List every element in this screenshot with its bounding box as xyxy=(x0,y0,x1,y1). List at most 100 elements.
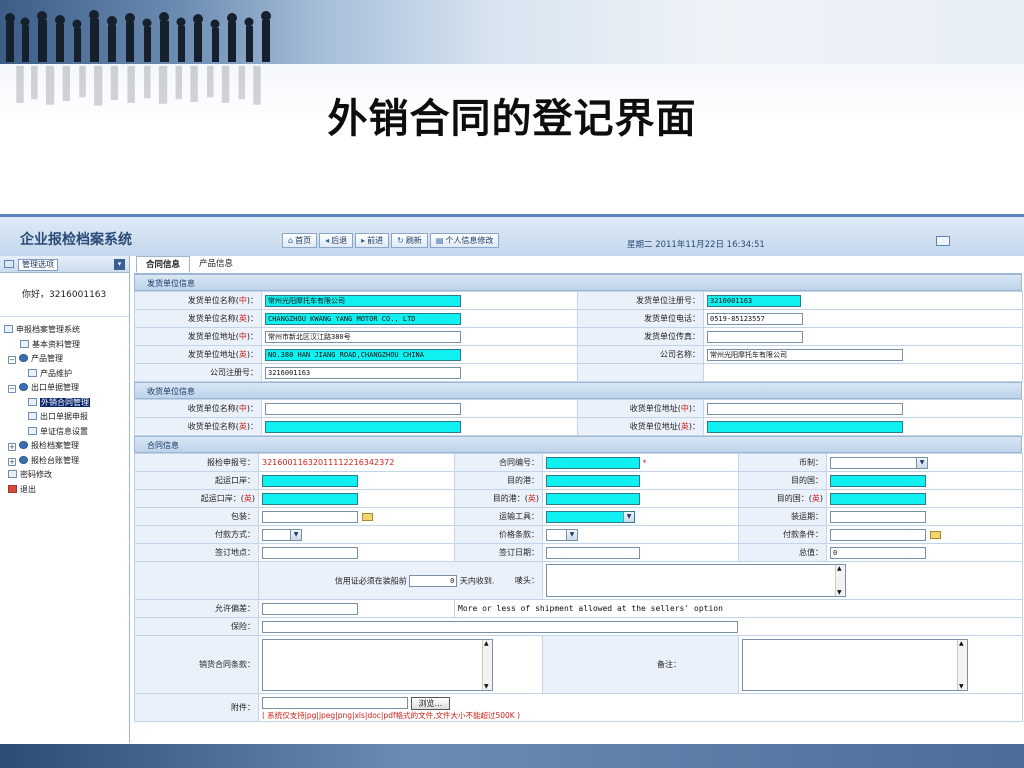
packing-input[interactable] xyxy=(262,510,358,523)
pay-method-select[interactable]: ▼ xyxy=(262,528,302,541)
start-port-label: 起运口岸： xyxy=(134,471,259,490)
receiver-name-en-input[interactable] xyxy=(265,420,461,433)
tab-contract-info[interactable]: 合同信息 xyxy=(136,256,191,273)
start-port-en-input[interactable] xyxy=(262,492,358,505)
sender-fax-input[interactable] xyxy=(707,330,803,343)
dest-country-en-input[interactable] xyxy=(830,492,926,505)
sign-date-label: 签订日期： xyxy=(454,543,543,562)
ship-date-input[interactable] xyxy=(830,510,926,523)
tree-item-inspection-archive[interactable]: + 报检档案管理 xyxy=(0,439,129,454)
tree-item-basic-data[interactable]: 基本资料管理 xyxy=(0,338,129,353)
browse-button[interactable]: 浏览... xyxy=(410,696,451,710)
sender-name-cn-label: 发货单位名称(中)： xyxy=(134,291,262,310)
sales-terms-textarea[interactable] xyxy=(262,638,493,691)
tree-item-export-docs[interactable]: − 出口单据管理 xyxy=(0,381,129,396)
tolerance-input[interactable] xyxy=(262,602,358,615)
dest-port-en-input[interactable] xyxy=(546,492,640,505)
sidebar-options-tab[interactable]: 管理选项 xyxy=(18,259,58,271)
collapse-toggle-icon[interactable]: − xyxy=(8,356,16,364)
folder-icon[interactable] xyxy=(930,530,941,539)
contract-table: 报检申报号： 32160011632011112216342372 合同编号： … xyxy=(134,453,1023,722)
sender-name-en-input[interactable]: CHANGZHOU KWANG YANG MOTOR CO., LTD xyxy=(265,312,461,325)
insurance-input[interactable] xyxy=(262,620,738,633)
sender-table: 发货单位名称(中)： 常州光阳摩托车有限公司 发货单位注册号： 32160011… xyxy=(134,291,1023,382)
report-no-value: 32160011632011112216342372 xyxy=(258,453,455,472)
chevron-down-icon: ▼ xyxy=(623,511,634,522)
collapse-sidebar-icon[interactable]: ▾ xyxy=(114,259,125,270)
home-button[interactable]: ⌂ 首页 xyxy=(282,233,318,248)
dest-country-en-label: 目的国：(英) xyxy=(738,489,827,508)
remark-textarea[interactable] xyxy=(742,638,968,691)
ship-date-label: 装运期： xyxy=(738,507,827,526)
shipping-mark-label: 唛头： xyxy=(515,576,539,585)
transport-select[interactable]: ▼ xyxy=(546,510,635,523)
slide-banner xyxy=(0,0,1024,64)
page-icon xyxy=(28,412,37,420)
sender-reg-no-input[interactable]: 3216001163 xyxy=(707,294,801,307)
packing-label: 包装： xyxy=(134,507,259,526)
attachment-path-input[interactable] xyxy=(262,697,408,709)
folder-circle-icon xyxy=(19,441,28,449)
top-nav: ⌂ 首页 ◂ 后退 ▸ 前进 ↻ 刷新 ▤ 个人信息修改 xyxy=(282,233,500,248)
start-port-input[interactable] xyxy=(262,474,358,487)
dest-port-label: 目的港： xyxy=(454,471,543,490)
forward-button[interactable]: ▸ 前进 xyxy=(355,233,390,248)
sender-addr-en-input[interactable]: NO.380 HAN JIANG ROAD,CHANGZHOU CHINA xyxy=(265,348,461,361)
tree-item-change-password[interactable]: 密码修改 xyxy=(0,468,129,483)
tree-item-export-contract[interactable]: 外销合同管理 xyxy=(0,396,129,411)
sender-addr-cn-input[interactable]: 常州市新北区汉江路380号 xyxy=(265,330,461,343)
sender-name-cn-input[interactable]: 常州光阳摩托车有限公司 xyxy=(265,294,461,307)
pay-terms-input[interactable] xyxy=(830,528,926,541)
business-crowd-silhouette xyxy=(5,10,271,62)
dest-country-input[interactable] xyxy=(830,474,926,487)
shipping-mark-textarea[interactable] xyxy=(546,564,846,597)
profile-edit-button[interactable]: ▤ 个人信息修改 xyxy=(429,233,500,248)
price-terms-select[interactable]: ▼ xyxy=(546,528,578,541)
tree-item-product-mgmt[interactable]: − 产品管理 xyxy=(0,352,129,367)
transport-label: 运输工具： xyxy=(454,507,543,526)
expand-toggle-icon[interactable]: + xyxy=(8,457,16,466)
sender-addr-en-label: 发货单位地址(英)： xyxy=(134,345,262,364)
main-panel: 合同信息 产品信息 发货单位信息 发货单位名称(中)： 常州光阳摩托车有限公司 … xyxy=(134,256,1023,743)
back-button[interactable]: ◂ 后退 xyxy=(319,233,354,248)
dest-port-input[interactable] xyxy=(546,474,640,487)
start-port-en-label: 起运口岸：(英) xyxy=(134,489,259,508)
sign-place-input[interactable] xyxy=(262,546,358,559)
folder-icon[interactable] xyxy=(362,512,373,521)
tree-item-product-maintain[interactable]: 产品维护 xyxy=(0,367,129,382)
tab-product-info[interactable]: 产品信息 xyxy=(190,256,242,273)
scrollbar[interactable] xyxy=(482,639,492,690)
section-sender: 发货单位信息 xyxy=(134,274,1022,291)
sign-date-input[interactable] xyxy=(546,546,640,559)
folder-circle-icon xyxy=(19,354,28,362)
sender-phone-input[interactable]: 0519-85123557 xyxy=(707,312,803,325)
expand-toggle-icon[interactable]: + xyxy=(8,443,16,451)
tree-root[interactable]: 申报档案管理系统 xyxy=(0,323,129,338)
contract-no-input[interactable] xyxy=(546,456,640,469)
collapse-toggle-icon[interactable]: − xyxy=(8,385,16,393)
scrollbar[interactable] xyxy=(957,639,967,690)
tree-item-inspection-ledger[interactable]: + 报检台账管理 xyxy=(0,454,129,469)
lc-days-input[interactable]: 0 xyxy=(409,574,458,587)
receiver-name-cn-input[interactable] xyxy=(265,402,461,415)
currency-select[interactable]: ▼ xyxy=(830,456,928,469)
receiver-addr-en-input[interactable] xyxy=(707,420,903,433)
tolerance-label: 允许偏差： xyxy=(134,599,259,618)
remark-label: 备注： xyxy=(542,635,739,694)
user-greeting: 你好，3216001163 xyxy=(0,273,129,317)
receiver-addr-cn-input[interactable] xyxy=(707,402,903,415)
total-input[interactable]: 0 xyxy=(830,546,926,559)
scrollbar[interactable] xyxy=(835,565,845,596)
tree-item-export-declare[interactable]: 出口单据申报 xyxy=(0,410,129,425)
company-name-input[interactable]: 常州光阳摩托车有限公司 xyxy=(707,348,903,361)
sidebar-header: 管理选项 ▾ xyxy=(0,256,129,273)
company-reg-input[interactable]: 3216001163 xyxy=(265,366,461,379)
receiver-table: 收货单位名称(中)： 收货单位地址(中)： 收货单位名称(英)： 收货单位地址(… xyxy=(134,399,1023,436)
refresh-button[interactable]: ↻ 刷新 xyxy=(391,233,428,248)
tree-item-doc-settings[interactable]: 单证信息设置 xyxy=(0,425,129,440)
contract-no-label: 合同编号： xyxy=(454,453,543,472)
page-icon xyxy=(20,339,29,348)
tolerance-note: More or less of shipment allowed at the … xyxy=(454,599,1023,618)
window-icon[interactable] xyxy=(936,236,950,246)
tree-item-logout[interactable]: 退出 xyxy=(0,483,129,498)
